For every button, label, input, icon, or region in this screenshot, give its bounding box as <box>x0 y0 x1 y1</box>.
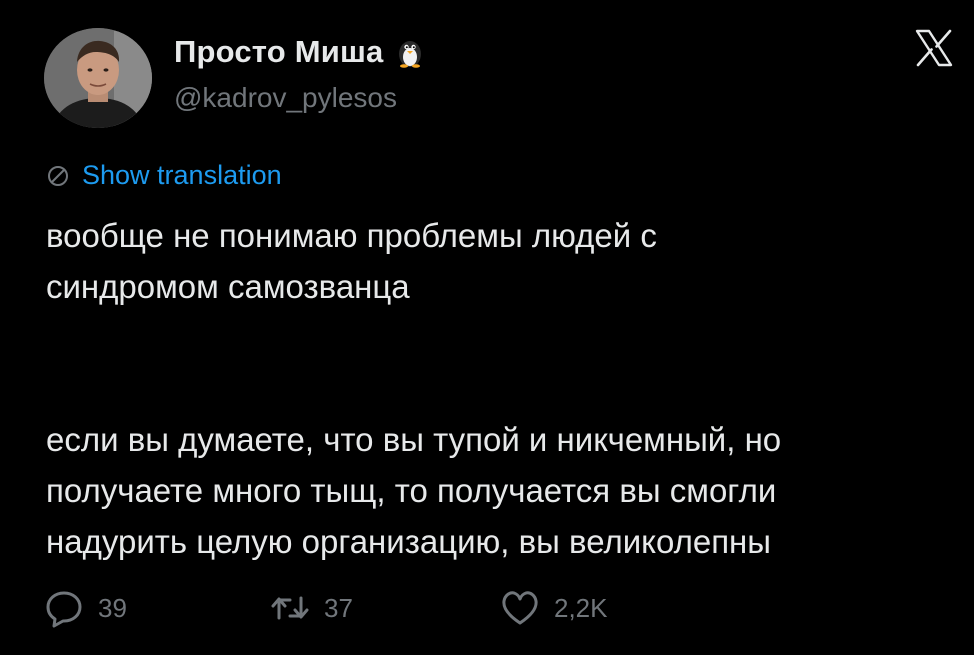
like-count: 2,2K <box>554 592 608 623</box>
author-name-row: Просто Миша <box>174 34 427 70</box>
tweet-card: Просто Миша @kadrov_pylesos Show transla… <box>0 0 974 655</box>
tweet-actions: 39 37 2,2K <box>44 588 744 632</box>
like-button[interactable]: 2,2K <box>500 588 608 628</box>
penguin-emoji-icon <box>393 36 427 68</box>
author-display-name[interactable]: Просто Миша <box>174 34 383 70</box>
retweet-button[interactable]: 37 <box>270 588 353 628</box>
show-translation-link[interactable]: Show translation <box>46 160 282 191</box>
reply-button[interactable]: 39 <box>44 588 127 628</box>
x-logo-icon[interactable] <box>914 28 954 68</box>
globe-icon <box>48 165 68 186</box>
tweet-text: вообще не понимаю проблемы людей с синдр… <box>46 217 782 560</box>
retweet-icon <box>271 596 309 620</box>
reply-count: 39 <box>98 592 127 623</box>
retweet-count: 37 <box>324 592 353 623</box>
author-handle[interactable]: @kadrov_pylesos <box>174 82 397 114</box>
reply-icon <box>46 591 82 628</box>
heart-icon <box>502 591 538 625</box>
avatar-photo <box>44 28 152 128</box>
show-translation-label: Show translation <box>82 160 282 190</box>
avatar[interactable] <box>44 28 152 128</box>
